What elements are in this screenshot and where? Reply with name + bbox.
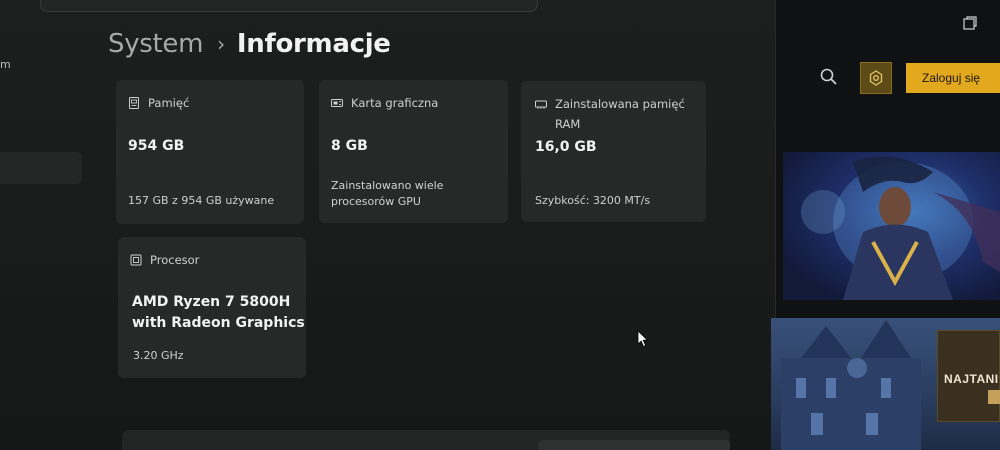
sidebar-item-label[interactable]: m xyxy=(0,58,11,71)
storage-card[interactable]: Pamięć 954 GB 157 GB z 954 GB używane xyxy=(116,80,304,224)
storage-card-value: 954 GB xyxy=(128,138,185,154)
gpu-icon xyxy=(331,99,343,107)
breadcrumb-system-link[interactable]: System xyxy=(108,29,203,59)
champion-artwork xyxy=(801,156,1000,300)
ram-card-title-line2: RAM xyxy=(555,117,581,131)
sidebar-item-selected[interactable] xyxy=(0,152,82,184)
storage-card-header: Pamięć xyxy=(128,93,189,113)
gpu-card-sub-line1: Zainstalowano wiele xyxy=(331,179,444,192)
page-title: Informacje xyxy=(236,29,391,59)
cpu-card-value-line1: AMD Ryzen 7 5800H xyxy=(132,294,291,310)
storage-icon xyxy=(129,97,139,109)
ram-card-speed: Szybkość: 3200 MT/s xyxy=(535,194,651,207)
gear-icon xyxy=(869,70,883,86)
breadcrumb-separator: › xyxy=(217,32,225,56)
promo-image-champion[interactable] xyxy=(783,152,1000,300)
ram-card-title-line1: Zainstalowana pamięć xyxy=(555,97,685,111)
gpu-card-sub-line2: procesorów GPU xyxy=(331,195,421,208)
gpu-card[interactable]: Karta graficzna 8 GB Zainstalowano wiele… xyxy=(319,80,508,223)
ram-card-header: Zainstalowana pamięć RAM xyxy=(535,94,685,134)
settings-window: m System › Informacje Pamięć 954 GB 157 … xyxy=(0,0,775,450)
gpu-card-header: Karta graficzna xyxy=(331,93,438,113)
cpu-card-title: Procesor xyxy=(150,253,200,267)
cpu-card-value-line2: with Radeon Graphics xyxy=(132,315,305,331)
settings-search-bar[interactable] xyxy=(40,0,538,12)
promo-tag-icon xyxy=(988,390,1000,404)
cpu-card-header: Procesor xyxy=(130,250,199,270)
ram-card[interactable]: Zainstalowana pamięć RAM 16,0 GB Szybkoś… xyxy=(521,81,706,222)
cpu-icon xyxy=(130,254,142,266)
storage-card-usage: 157 GB z 954 GB używane xyxy=(128,194,275,207)
ram-card-value: 16,0 GB xyxy=(535,139,597,155)
gpu-card-value: 8 GB xyxy=(331,138,368,154)
bottom-card-button[interactable] xyxy=(538,440,730,450)
cpu-card[interactable]: Procesor AMD Ryzen 7 5800H with Radeon G… xyxy=(118,237,306,378)
gpu-card-title: Karta graficzna xyxy=(351,96,439,110)
promo-banner-text: NAJTANI xyxy=(944,372,999,386)
restore-window-icon[interactable] xyxy=(963,16,977,30)
search-icon[interactable] xyxy=(820,68,837,85)
breadcrumb: System › Informacje xyxy=(108,29,391,59)
settings-button[interactable] xyxy=(860,62,892,94)
cpu-card-clock: 3.20 GHz xyxy=(133,349,184,362)
mouse-cursor-icon xyxy=(637,330,649,348)
ram-icon xyxy=(535,100,547,109)
storage-card-title: Pamięć xyxy=(148,96,190,110)
login-button[interactable]: Zaloguj się xyxy=(906,63,1000,93)
